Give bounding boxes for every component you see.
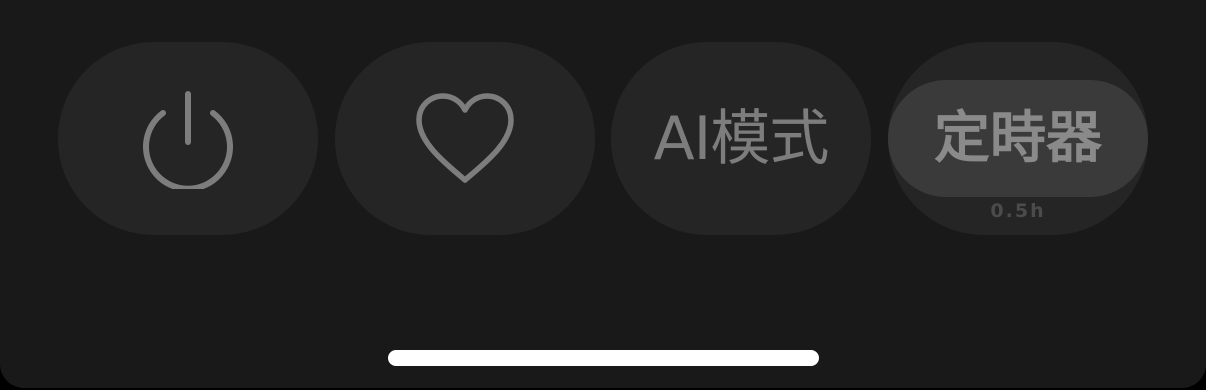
timer-value: 0.5h <box>990 200 1046 222</box>
power-button[interactable] <box>58 42 318 235</box>
timer-label: 定時器 <box>934 105 1102 171</box>
home-indicator[interactable] <box>388 350 819 366</box>
timer-highlight: 定時器 <box>888 80 1148 197</box>
heart-icon <box>415 92 515 186</box>
power-icon <box>140 89 236 189</box>
control-bar: AI模式 定時器 0.5h <box>58 42 1148 235</box>
timer-button[interactable]: 定時器 0.5h <box>888 42 1148 235</box>
favorite-button[interactable] <box>335 42 595 235</box>
ai-mode-button[interactable]: AI模式 <box>611 42 871 235</box>
ai-mode-label: AI模式 <box>653 103 830 174</box>
